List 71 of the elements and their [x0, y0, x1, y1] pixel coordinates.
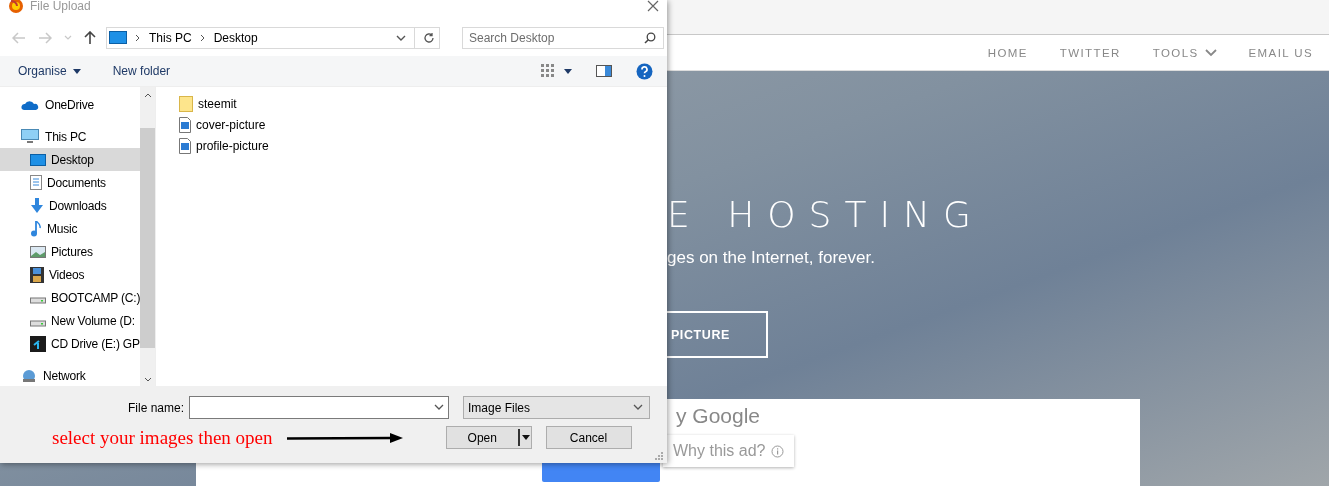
chevron-down-icon — [1204, 48, 1217, 57]
ad-attribution: y Google — [676, 403, 762, 429]
caret-icon[interactable] — [564, 68, 572, 74]
hero-title: E HOSTING — [667, 195, 984, 235]
caret-icon — [72, 68, 81, 74]
address-bar[interactable]: This PC Desktop — [106, 27, 440, 49]
chevron-down-icon — [633, 404, 643, 411]
file-type-dropdown[interactable]: Image Files — [463, 396, 650, 419]
refresh-icon[interactable] — [423, 32, 435, 44]
image-file-icon — [179, 116, 191, 133]
monitor-icon — [30, 153, 46, 166]
document-icon — [30, 175, 42, 190]
monitor-icon — [109, 31, 127, 45]
info-icon — [771, 444, 785, 458]
scrollbar[interactable] — [140, 87, 155, 386]
globe-icon — [21, 368, 37, 383]
organise-menu[interactable]: Organise — [18, 64, 81, 78]
nav-item[interactable]: New Volume (D: — [0, 309, 140, 332]
help-icon[interactable] — [636, 62, 653, 80]
nav-item[interactable]: Network — [0, 364, 140, 386]
view-grid-icon[interactable] — [540, 63, 556, 79]
close-icon[interactable] — [647, 0, 659, 12]
nav-item[interactable]: OneDrive — [0, 93, 140, 116]
nav-link[interactable]: TWITTER — [1059, 46, 1121, 59]
file-name-field[interactable] — [189, 396, 449, 419]
cloud-icon — [21, 98, 39, 111]
nav-item[interactable]: This PC — [0, 125, 140, 148]
file-item[interactable]: profile-picture — [179, 135, 269, 156]
scroll-up-icon[interactable] — [143, 93, 152, 98]
breadcrumb[interactable]: Desktop — [213, 31, 258, 45]
cd-drive-icon — [30, 335, 46, 352]
nav-item[interactable]: Pictures — [0, 240, 140, 263]
up-arrow-icon[interactable] — [84, 31, 96, 45]
browser-logo-icon — [8, 0, 24, 14]
annotation-text: select your images then open — [52, 426, 273, 449]
download-arrow-icon — [30, 198, 44, 213]
nav-item[interactable]: Desktop — [0, 148, 140, 171]
music-note-icon — [30, 220, 42, 237]
new-folder-button[interactable]: New folder — [112, 64, 171, 78]
search-field[interactable]: Search Desktop — [462, 27, 664, 49]
search-icon — [644, 32, 656, 44]
monitor-icon — [21, 129, 39, 144]
scroll-down-icon[interactable] — [143, 377, 152, 382]
nav-item[interactable]: Videos — [0, 263, 140, 286]
cancel-button[interactable]: Cancel — [545, 426, 632, 449]
nav-item[interactable]: Documents — [0, 171, 140, 194]
landscape-picture-icon — [30, 245, 46, 258]
file-name-label: File name: — [126, 400, 184, 415]
file-item[interactable]: cover-picture — [179, 114, 266, 135]
film-strip-icon — [30, 266, 44, 283]
resize-grip-icon[interactable] — [655, 452, 663, 460]
nav-item[interactable]: Music — [0, 217, 140, 240]
chevron-right-icon — [199, 34, 206, 42]
chevron-right-icon — [135, 34, 141, 42]
open-button[interactable]: Open — [445, 426, 532, 449]
folder-icon — [179, 95, 193, 112]
nav-link[interactable]: EMAIL US — [1248, 46, 1313, 59]
nav-item[interactable]: CD Drive (E:) GP — [0, 332, 140, 355]
nav-link[interactable]: TOOLS — [1152, 46, 1217, 59]
preview-pane-icon[interactable] — [596, 65, 612, 77]
breadcrumb[interactable]: This PC — [149, 31, 192, 45]
nav-item[interactable]: Downloads — [0, 194, 140, 217]
window-title: File Upload — [30, 0, 91, 13]
file-item[interactable]: steemit — [179, 93, 237, 114]
hero-subtitle: ges on the Internet, forever. — [667, 247, 875, 269]
chevron-down-icon[interactable] — [396, 34, 406, 42]
nav-item[interactable]: BOOTCAMP (C:) — [0, 286, 140, 309]
chevron-down-icon — [434, 404, 444, 411]
caret-icon — [521, 435, 530, 440]
image-file-icon — [179, 137, 191, 154]
nav-link[interactable]: HOME — [987, 46, 1028, 59]
